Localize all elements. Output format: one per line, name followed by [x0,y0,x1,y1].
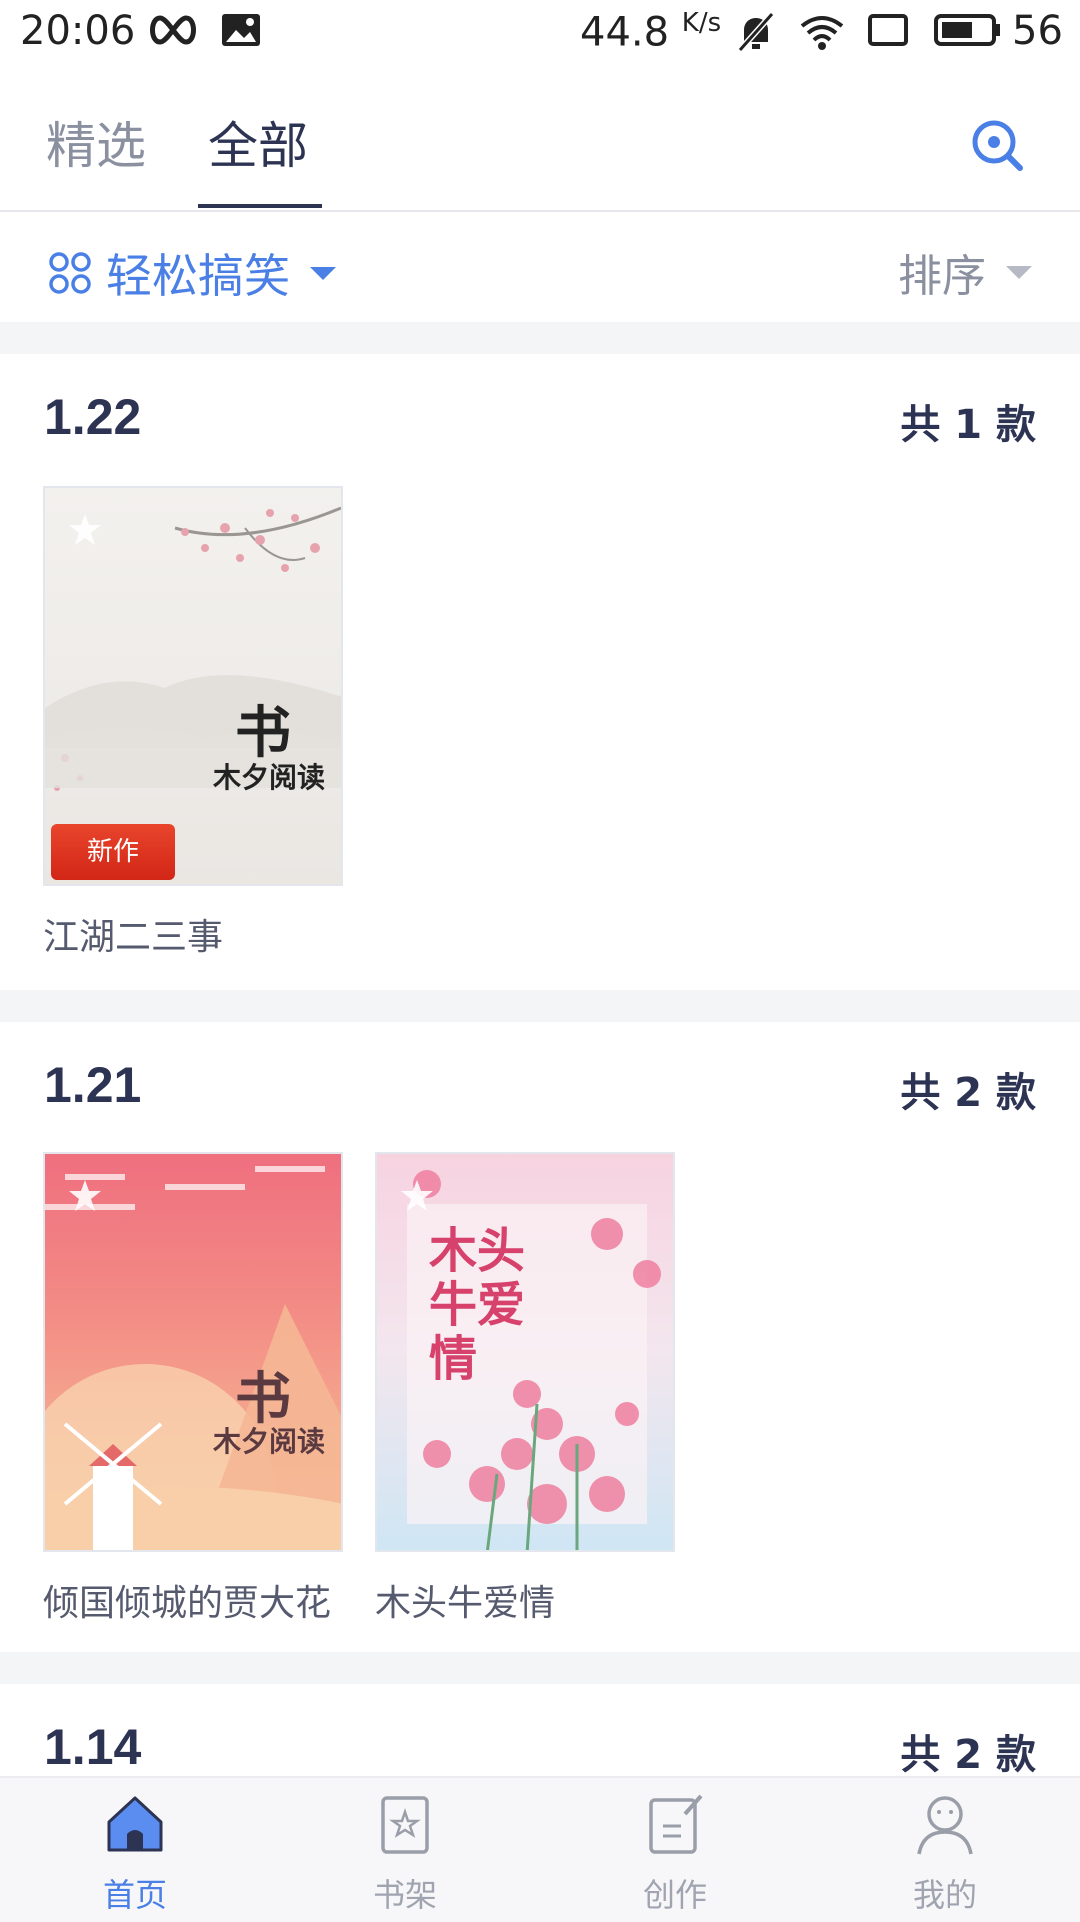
profile-icon [917,1796,973,1855]
sort-label: 排序 [898,251,986,302]
cover-title: 木头牛爱情 [429,1223,526,1387]
section-count: 共 2 款 [900,1070,1036,1116]
star-icon [401,1180,433,1211]
section-divider [0,322,1080,354]
nav-profile[interactable]: 我的 [810,1778,1080,1922]
nav-label: 书架 [372,1876,437,1914]
nav-create[interactable]: 创作 [540,1778,810,1922]
category-caret-icon [310,266,336,280]
status-bar: 20:06 44.8 K/s 56 [0,0,1080,64]
battery-level: 56 [1012,8,1063,54]
publisher-logo-text: 木夕阅读 [213,1425,326,1458]
category-label: 轻松搞笑 [106,249,290,303]
book-title[interactable]: 倾国倾城的贾大花 [43,1574,343,1626]
image-icon [222,14,260,46]
bookshelf-icon [381,1796,429,1854]
battery-icon [934,14,1000,46]
book-card[interactable]: 书 木夕阅读 倾国倾城的贾大花 [43,1152,343,1626]
status-time: 20:06 [20,8,136,54]
book-cover[interactable]: 书 木夕阅读 [43,1152,343,1552]
book-card[interactable]: 木头牛爱情 木头牛爱情 [375,1152,675,1626]
nav-bookshelf[interactable]: 书架 [270,1778,540,1922]
top-tab-bar: 精选 全部 [0,80,1080,212]
section-count: 共 2 款 [900,1732,1036,1776]
date-section: 1.21 共 2 款 书 木夕阅读 倾国倾城的贾大花 木头牛爱情 木头牛爱情 [0,1022,1080,1652]
sort-caret-icon [1006,265,1032,279]
category-dropdown[interactable]: 轻松搞笑 [48,240,336,306]
book-cover[interactable]: 木头牛爱情 [375,1152,675,1552]
new-badge: 新作 [51,824,175,880]
write-icon [649,1794,703,1854]
mute-bell-icon [737,12,775,52]
section-divider [0,990,1080,1022]
bottom-navigation: 首页 书架 创作 我的 [0,1776,1080,1922]
star-icon [69,514,101,545]
category-grid-icon [49,252,91,294]
section-count: 共 1 款 [900,402,1036,448]
section-date: 1.14 [44,1719,142,1775]
section-date: 1.22 [44,389,142,445]
date-section: 1.14 共 2 款 [0,1684,1080,1776]
active-tab-indicator [198,204,322,208]
nav-label: 创作 [642,1876,707,1914]
star-icon [69,1180,101,1211]
section-date: 1.21 [44,1057,142,1113]
screen-rotate-icon [868,14,908,46]
sort-dropdown[interactable]: 排序 [898,240,1032,304]
book-cover[interactable]: 书 木夕阅读 新作 [43,486,343,886]
book-title[interactable]: 江湖二三事 [43,908,343,960]
section-divider [0,1652,1080,1684]
infinity-icon [150,15,196,45]
network-speed: 44.8 K/s [580,8,722,56]
home-icon [107,1796,163,1852]
filter-bar: 轻松搞笑 排序 [0,212,1080,322]
book-card[interactable]: 书 木夕阅读 新作 江湖二三事 [43,486,343,960]
publisher-logo-text: 木夕阅读 [213,761,326,794]
nav-home[interactable]: 首页 [0,1778,270,1922]
tab-featured[interactable]: 精选 [46,106,146,178]
date-section: 1.22 共 1 款 书 木夕阅读 新作 江湖二三事 [0,354,1080,990]
nav-label: 我的 [912,1876,977,1914]
tab-all[interactable]: 全部 [208,106,308,178]
nav-label: 首页 [102,1876,167,1914]
wifi-icon [800,16,844,50]
book-title[interactable]: 木头牛爱情 [375,1574,675,1626]
search-icon[interactable] [968,116,1028,176]
